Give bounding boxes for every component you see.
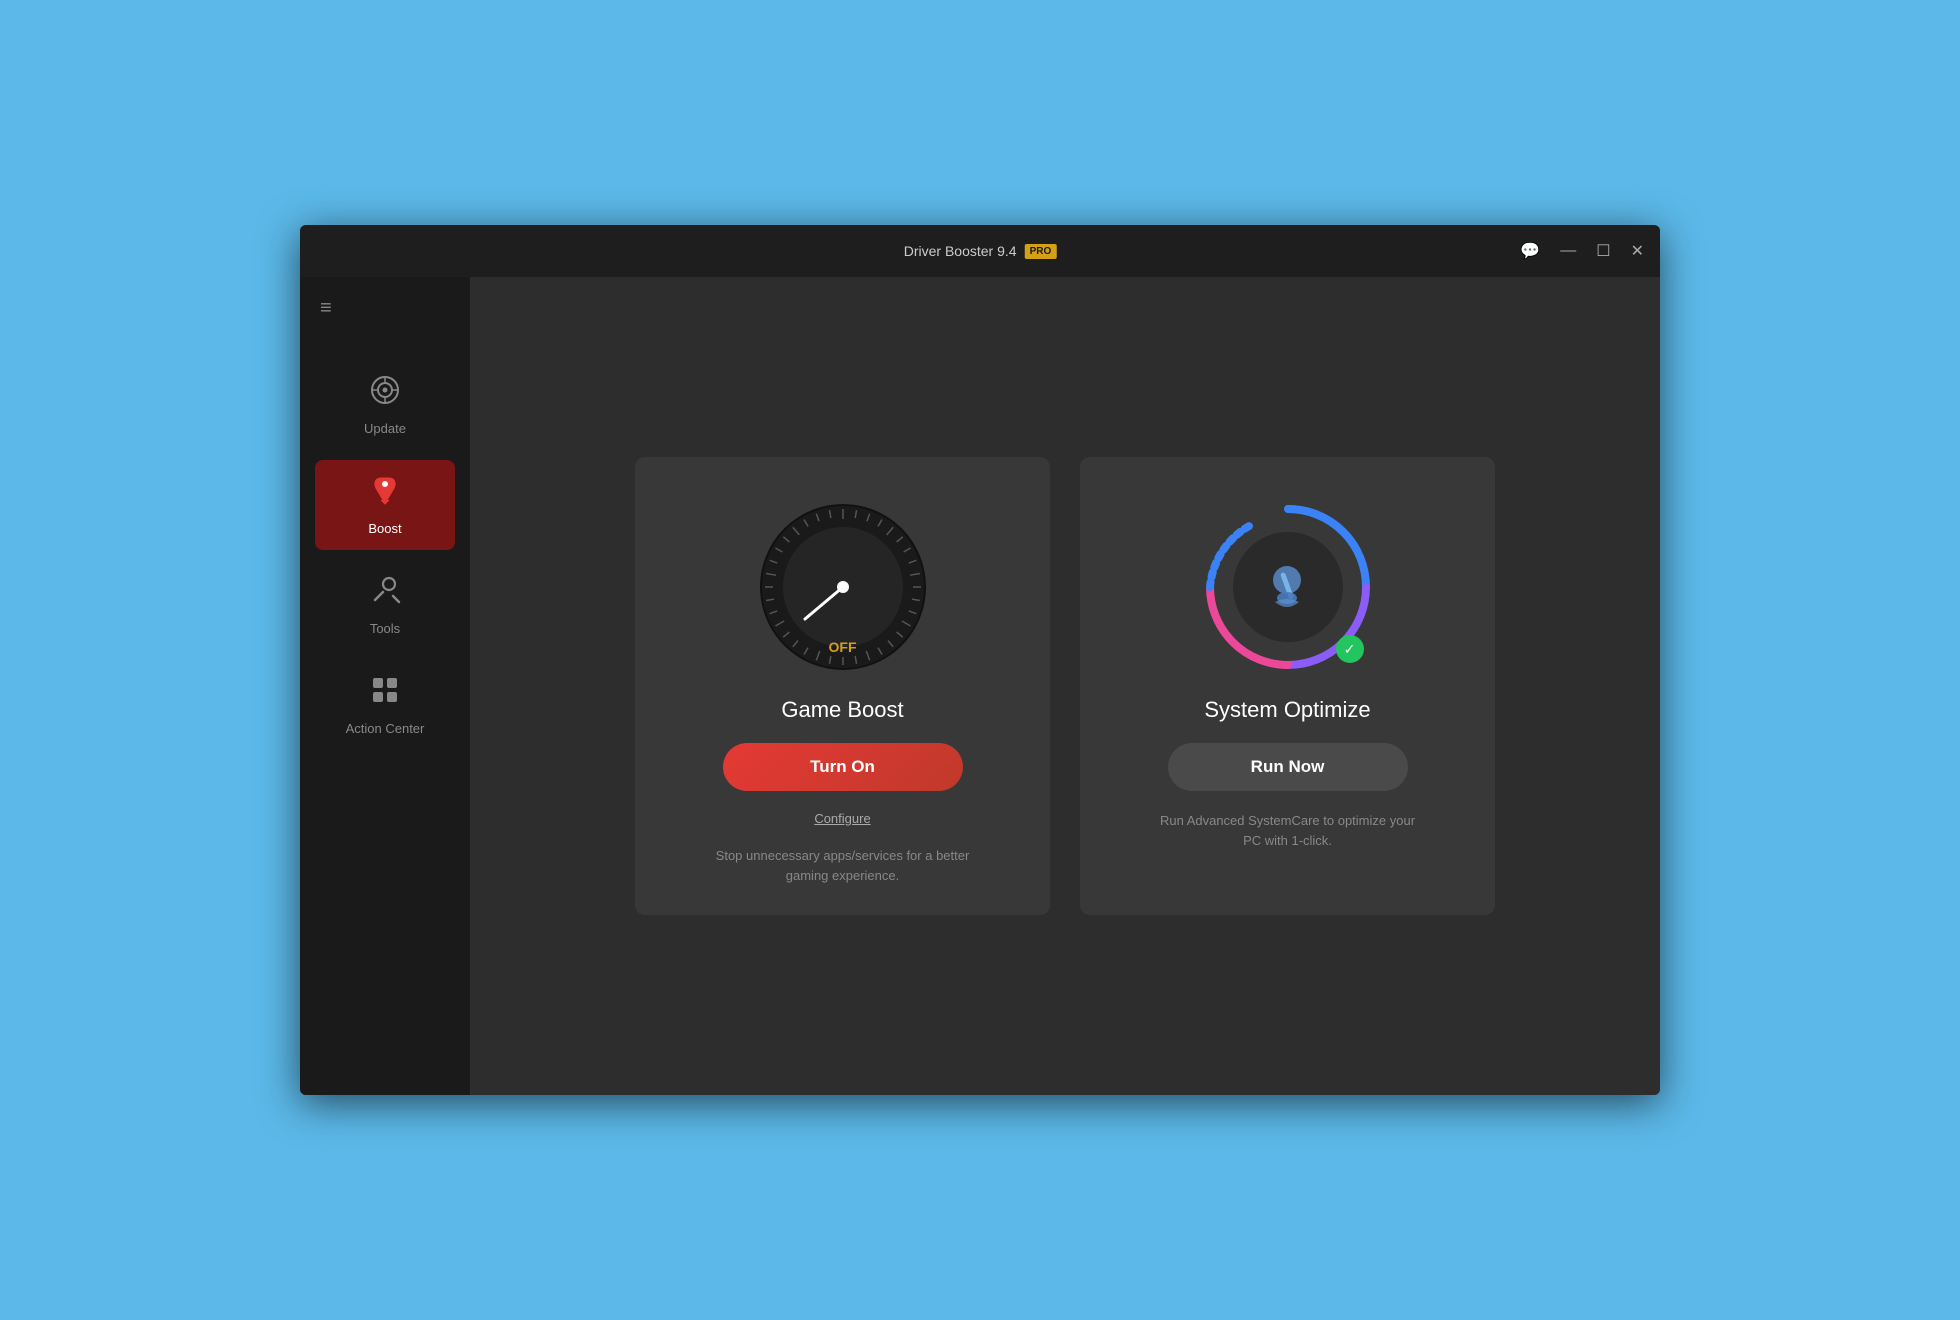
sidebar: ≡ Update xyxy=(300,277,470,1095)
chat-icon[interactable]: 💬 xyxy=(1520,241,1540,261)
action-center-icon xyxy=(369,674,401,713)
check-badge: ✓ xyxy=(1336,635,1364,663)
tools-label: Tools xyxy=(370,621,400,636)
maximize-icon[interactable]: ☐ xyxy=(1596,241,1610,261)
pro-badge: PRO xyxy=(1025,244,1057,259)
system-optimize-description: Run Advanced SystemCare to optimize your… xyxy=(1158,811,1418,850)
main-content: OFF Game Boost Turn On Configure Stop un… xyxy=(470,277,1660,1095)
run-now-button[interactable]: Run Now xyxy=(1168,743,1408,791)
system-optimize-card: ✓ System Optimize Run Now Run Advanced S… xyxy=(1080,457,1495,915)
minimize-icon[interactable]: — xyxy=(1560,242,1576,260)
action-center-label: Action Center xyxy=(346,721,425,736)
optimize-container: ✓ xyxy=(1198,497,1378,677)
configure-link[interactable]: Configure xyxy=(814,811,870,826)
boost-label: Boost xyxy=(368,521,401,536)
titlebar-controls: 💬 — ☐ ✕ xyxy=(1520,241,1644,261)
cards-row: OFF Game Boost Turn On Configure Stop un… xyxy=(635,457,1495,915)
sidebar-item-tools[interactable]: Tools xyxy=(315,560,455,650)
close-icon[interactable]: ✕ xyxy=(1631,241,1644,261)
sidebar-item-action-center[interactable]: Action Center xyxy=(315,660,455,750)
gauge-container: OFF xyxy=(753,497,933,677)
gauge-status: OFF xyxy=(829,639,857,655)
turn-on-button[interactable]: Turn On xyxy=(723,743,963,791)
titlebar-center: Driver Booster 9.4 PRO xyxy=(904,243,1057,259)
sidebar-item-update[interactable]: Update xyxy=(315,360,455,450)
sidebar-item-boost[interactable]: Boost xyxy=(315,460,455,550)
app-title: Driver Booster 9.4 xyxy=(904,243,1017,259)
hamburger-menu[interactable]: ≡ xyxy=(300,297,332,320)
game-boost-card: OFF Game Boost Turn On Configure Stop un… xyxy=(635,457,1050,915)
game-boost-description: Stop unnecessary apps/services for a bet… xyxy=(713,846,973,885)
window-body: ≡ Update xyxy=(300,277,1660,1095)
update-icon xyxy=(369,374,401,413)
titlebar: Driver Booster 9.4 PRO 💬 — ☐ ✕ xyxy=(300,225,1660,277)
update-label: Update xyxy=(364,421,406,436)
tools-icon xyxy=(369,574,401,613)
game-boost-title: Game Boost xyxy=(781,697,903,723)
main-window: Driver Booster 9.4 PRO 💬 — ☐ ✕ ≡ xyxy=(300,225,1660,1095)
system-optimize-title: System Optimize xyxy=(1204,697,1370,723)
boost-icon xyxy=(369,474,401,513)
